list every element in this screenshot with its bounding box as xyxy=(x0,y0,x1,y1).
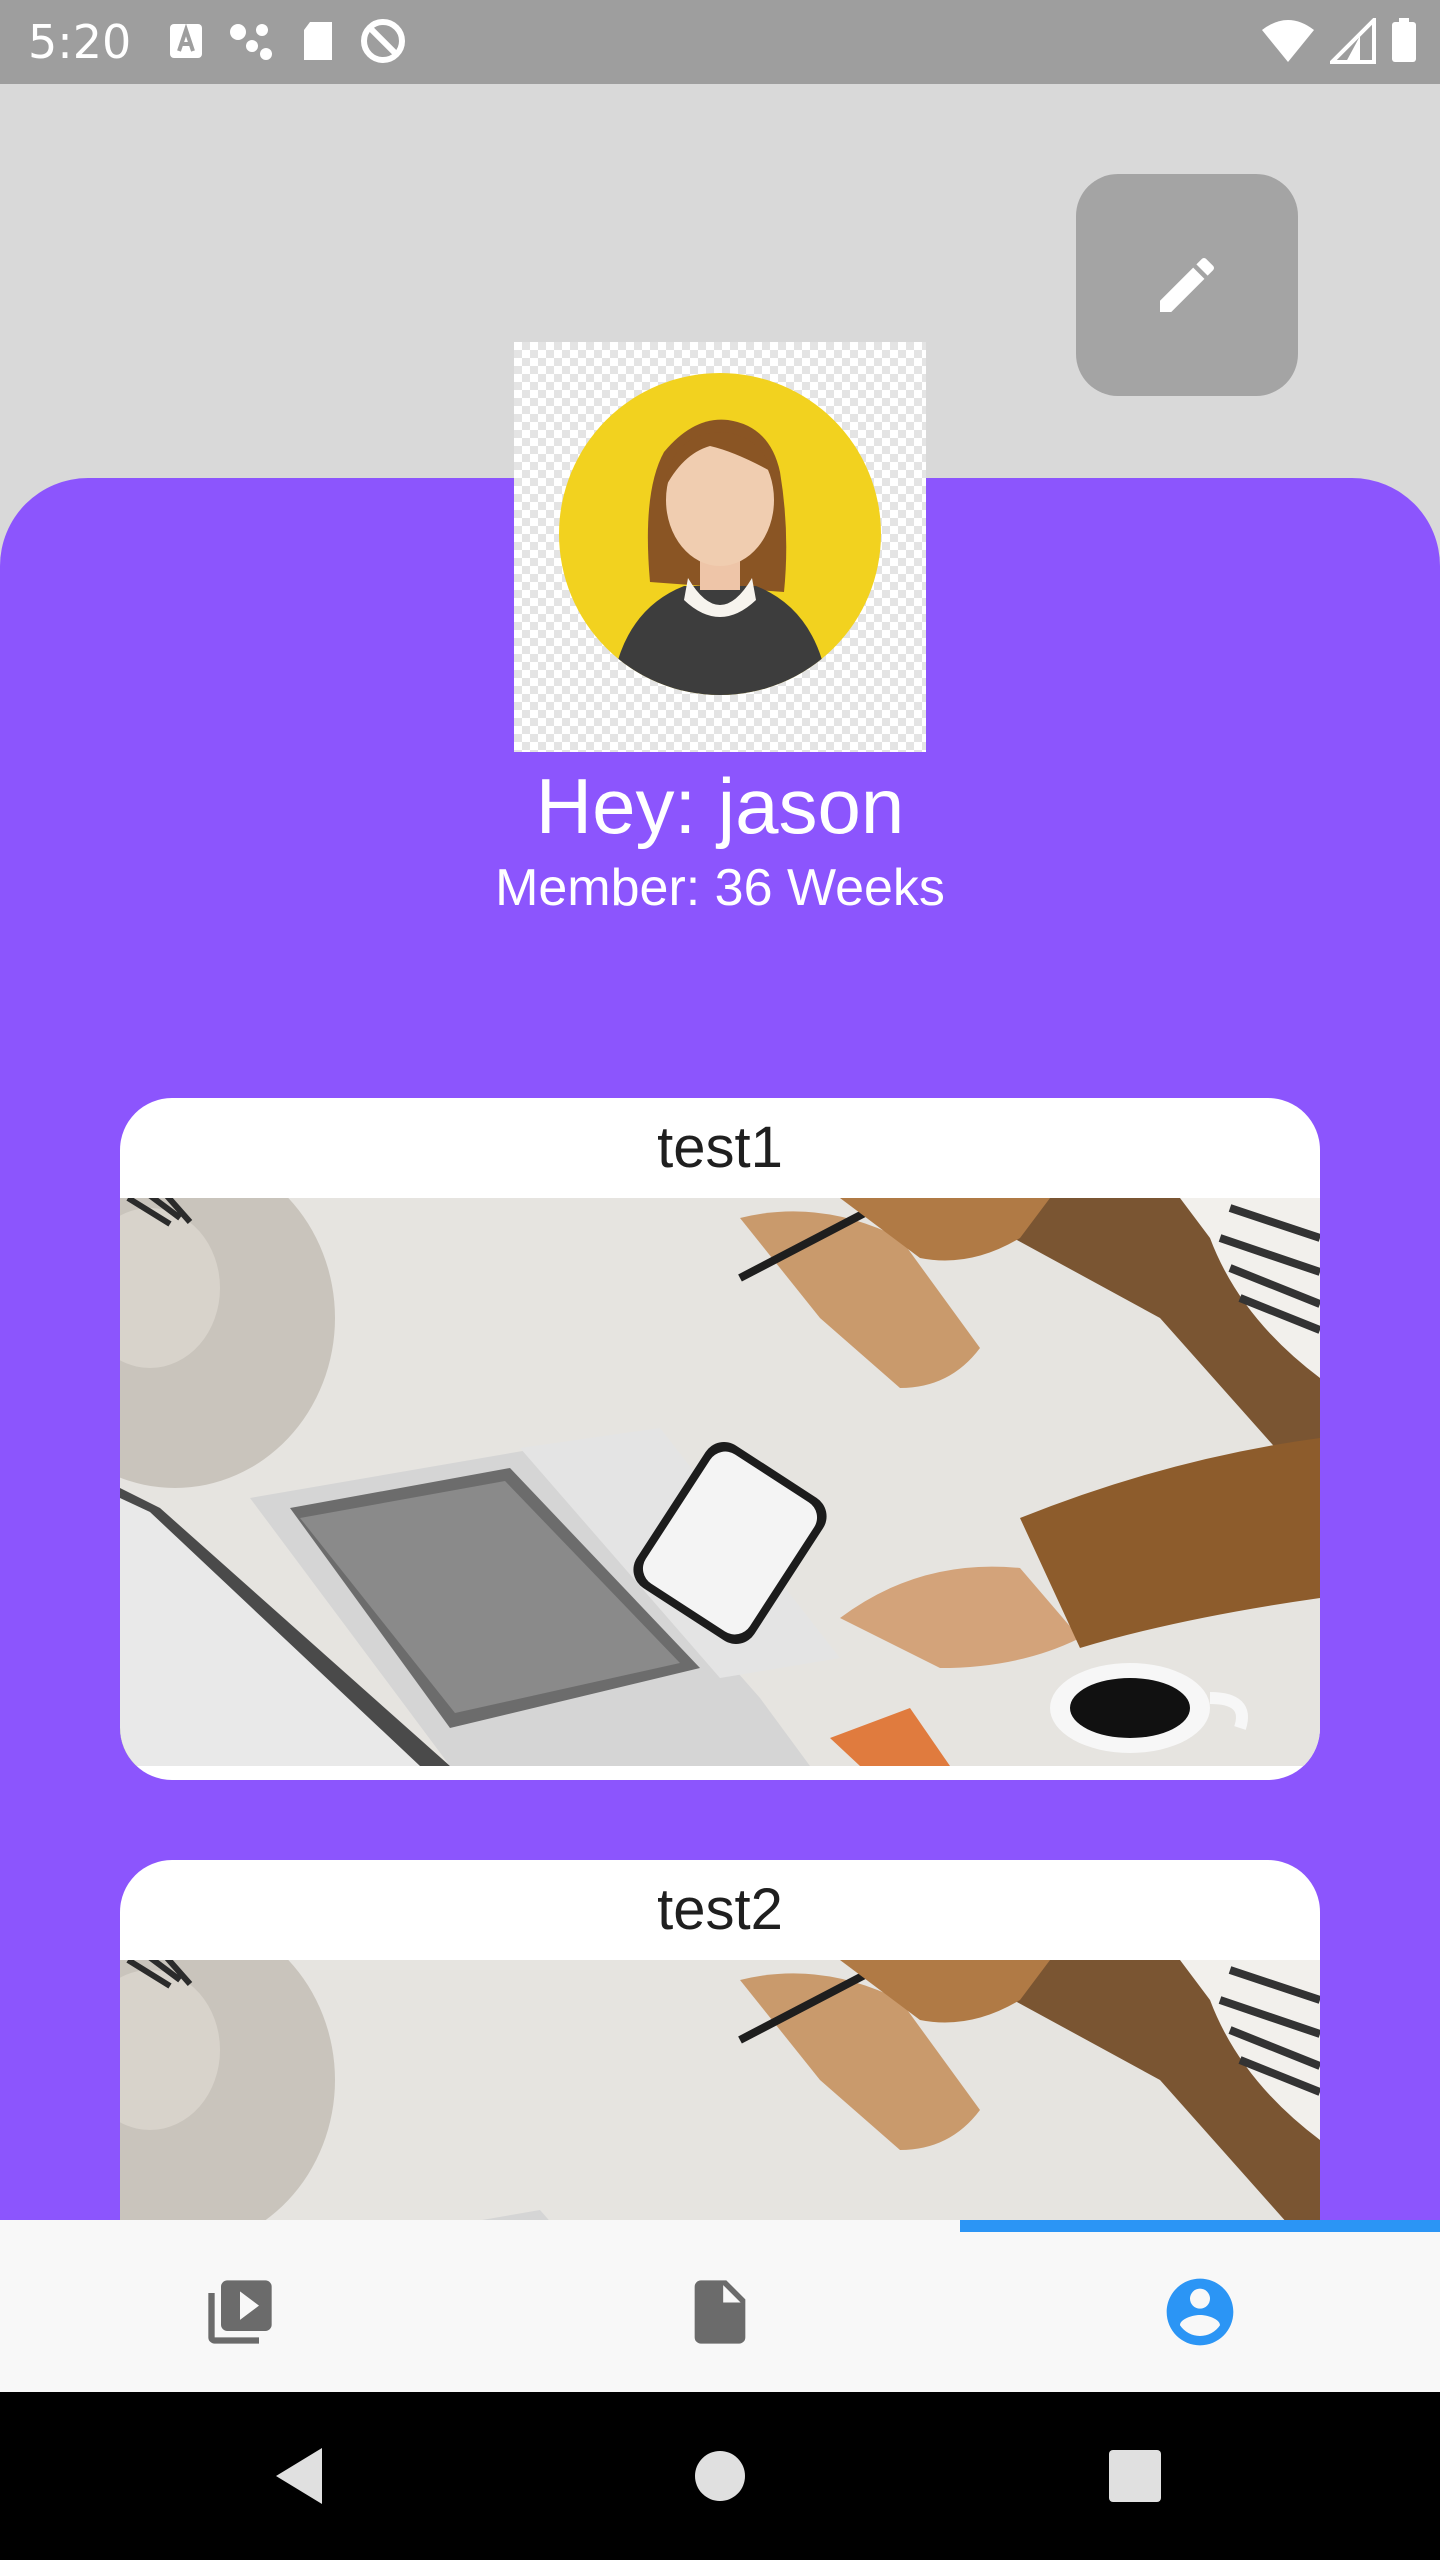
nav-tab-videos[interactable] xyxy=(0,2232,480,2392)
home-icon xyxy=(695,2451,745,2501)
status-bar: 5:20 xyxy=(0,0,1440,84)
battery-icon xyxy=(1392,18,1416,62)
back-button[interactable] xyxy=(250,2426,350,2526)
account-circle-icon xyxy=(1166,2278,1234,2346)
status-time: 5:20 xyxy=(28,15,132,69)
video-library-icon xyxy=(208,2280,272,2344)
avatar xyxy=(514,342,926,752)
card-title: test1 xyxy=(657,1115,783,1180)
bottom-navigation xyxy=(0,2220,1440,2392)
system-navigation-bar xyxy=(0,2392,1440,2560)
recents-button[interactable] xyxy=(1085,2426,1185,2526)
home-button[interactable] xyxy=(670,2426,770,2526)
active-tab-indicator xyxy=(960,2220,1440,2232)
signal-icon xyxy=(1330,18,1376,64)
woman-avatar-icon xyxy=(559,373,881,695)
nav-tab-documents[interactable] xyxy=(480,2232,960,2392)
pencil-icon xyxy=(1160,257,1215,312)
membership-duration: Member: 36 Weeks xyxy=(495,859,945,917)
status-icons-right xyxy=(1260,18,1418,64)
status-icons-left xyxy=(166,18,408,64)
content-card[interactable]: test2 xyxy=(120,1860,1320,2280)
greeting-text: Hey: jason xyxy=(535,762,905,850)
share-dots-icon xyxy=(230,24,272,60)
document-icon xyxy=(694,2280,746,2344)
sd-card-icon xyxy=(304,22,332,60)
edit-button[interactable] xyxy=(1076,174,1298,396)
content-card[interactable]: test1 xyxy=(120,1098,1320,1780)
no-disturb-icon xyxy=(361,19,405,63)
card-title: test2 xyxy=(657,1877,783,1942)
back-icon xyxy=(276,2448,322,2504)
a-icon xyxy=(170,23,202,58)
nav-tab-profile[interactable] xyxy=(960,2232,1440,2392)
recents-icon xyxy=(1109,2450,1161,2502)
wifi-icon xyxy=(1262,20,1314,62)
card-image xyxy=(120,1198,1320,1766)
